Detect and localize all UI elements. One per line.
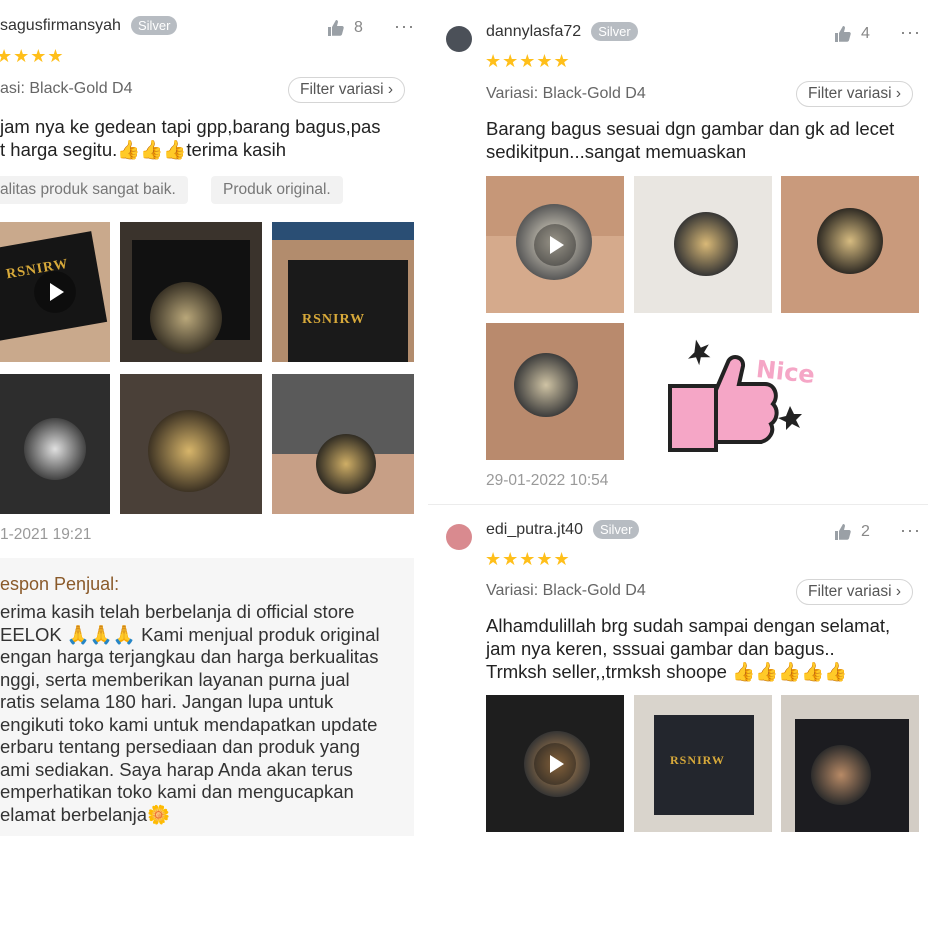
review-photo[interactable]: RSNIRW <box>272 222 414 362</box>
member-badge: Silver <box>592 520 640 539</box>
filter-variant-button[interactable]: Filter variasi › <box>288 77 406 103</box>
variant-label: asi: Black-Gold D4 <box>0 80 133 97</box>
review-photo[interactable] <box>781 695 919 832</box>
watch-face <box>811 745 871 805</box>
chevron-right-icon: › <box>895 85 902 102</box>
reviewer-username[interactable]: sagusfirmansyah <box>0 17 121 35</box>
review-divider <box>428 504 928 505</box>
more-options-icon[interactable]: ··· <box>900 520 921 541</box>
thumbs-up-sticker-icon <box>668 339 802 452</box>
watch-face <box>24 418 86 480</box>
filter-variant-button[interactable]: Filter variasi › <box>796 579 914 605</box>
like-count: 8 <box>354 19 363 36</box>
review-list-right: dannylasfa72 Silver 4 ··· ★★★★★ Variasi:… <box>428 0 928 928</box>
review-photo[interactable] <box>486 323 624 460</box>
review-tag: alitas produk sangat baik. <box>0 176 188 204</box>
watch-face <box>150 282 222 354</box>
watch-face <box>514 353 578 417</box>
reviewer-username[interactable]: dannylasfa72 <box>486 23 581 41</box>
review-photo[interactable] <box>0 374 110 514</box>
thumbs-up-icon <box>835 524 851 540</box>
play-icon <box>534 223 576 266</box>
seller-reply: espon Penjual: erima kasih telah berbela… <box>0 558 414 836</box>
reviewer-header: edi_putra.jt40 Silver <box>486 520 640 539</box>
filter-variant-label: Filter variasi <box>808 85 892 102</box>
star-rating: ★★★★ <box>0 46 65 66</box>
reviewer-header: sagusfirmansyah Silver <box>0 16 178 35</box>
like-count: 2 <box>861 523 870 540</box>
like-button[interactable]: 4 <box>833 24 870 44</box>
review-photo[interactable] <box>120 374 262 514</box>
watch-face <box>674 212 738 276</box>
star-rating: ★★★★★ <box>485 549 571 569</box>
variant-label: Variasi: Black-Gold D4 <box>486 582 646 599</box>
review-text: Barang bagus sesuai dgn gambar dan gk ad… <box>486 118 895 162</box>
review-photo[interactable] <box>120 222 262 362</box>
brand-logo: RSNIRW <box>670 753 725 767</box>
like-button[interactable]: 8 <box>326 18 363 38</box>
reviewer-header: dannylasfa72 Silver <box>486 22 638 41</box>
avatar[interactable] <box>446 524 472 550</box>
filter-variant-button[interactable]: Filter variasi › <box>796 81 914 107</box>
like-button[interactable]: 2 <box>833 522 870 542</box>
star-rating: ★★★★★ <box>485 51 571 71</box>
review-date: 29-01-2022 10:54 <box>486 472 609 489</box>
chevron-right-icon: › <box>895 583 902 600</box>
review-photo[interactable] <box>781 176 919 313</box>
like-count: 4 <box>861 25 870 42</box>
filter-variant-label: Filter variasi <box>808 583 892 600</box>
avatar[interactable] <box>446 26 472 52</box>
member-badge: Silver <box>591 22 638 41</box>
more-options-icon[interactable]: ··· <box>900 22 921 43</box>
play-icon <box>34 271 76 313</box>
review-video-thumbnail[interactable] <box>486 176 624 313</box>
review-photo[interactable] <box>272 374 414 514</box>
review-card-left: sagusfirmansyah Silver 8 ··· ★★★★ asi: B… <box>0 0 420 928</box>
play-icon <box>534 742 576 785</box>
variant-label: Variasi: Black-Gold D4 <box>486 85 646 102</box>
watch-face <box>817 208 883 274</box>
nice-sticker: Nice <box>664 330 834 460</box>
sticker-text: Nice <box>754 355 817 389</box>
thumbs-up-icon <box>328 20 344 36</box>
seller-reply-title: espon Penjual: <box>0 574 120 594</box>
review-text: Alhamdulillah brg sudah sampai dengan se… <box>486 615 891 682</box>
review-photo[interactable]: RSNIRW <box>634 695 772 832</box>
reviewer-username[interactable]: edi_putra.jt40 <box>486 521 583 539</box>
review-photo[interactable] <box>634 176 772 313</box>
more-options-icon[interactable]: ··· <box>394 16 415 37</box>
review-video-thumbnail[interactable]: RSNIRW <box>0 222 110 362</box>
seller-reply-text: erima kasih telah berbelanja di official… <box>0 601 380 825</box>
thumbs-up-icon <box>835 26 851 42</box>
filter-variant-label: Filter variasi <box>300 81 384 98</box>
watch-box <box>288 260 408 362</box>
member-badge: Silver <box>130 16 178 35</box>
brand-logo: RSNIRW <box>302 312 366 327</box>
review-tag: Produk original. <box>211 176 343 204</box>
review-video-thumbnail[interactable] <box>486 695 624 832</box>
review-date: 1-2021 19:21 <box>0 526 92 543</box>
chevron-right-icon: › <box>387 81 394 98</box>
watch-face <box>316 434 376 494</box>
review-text: jam nya ke gedean tapi gpp,barang bagus,… <box>0 116 381 160</box>
watch-face <box>148 410 230 492</box>
